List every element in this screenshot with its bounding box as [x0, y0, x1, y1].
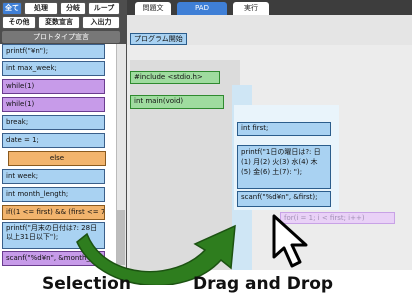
palette-block[interactable]: while(1)	[2, 97, 105, 112]
mouse-pointer-icon	[272, 214, 308, 268]
editor-tab-bar: 問題文 PAD 実行	[127, 0, 412, 15]
tab-all[interactable]: 全て	[2, 2, 22, 15]
program-start-block[interactable]: プログラム開始	[130, 33, 187, 45]
palette-block[interactable]: printf("¥n");	[2, 44, 105, 59]
caption-selection: Selection	[42, 274, 131, 294]
tab-problem-statement[interactable]: 問題文	[135, 2, 171, 15]
include-block[interactable]: #include <stdio.h>	[130, 71, 220, 84]
tab-io[interactable]: 入出力	[82, 16, 120, 29]
printf-prompt-block[interactable]: printf("1日の曜日は?: 日(1) 月(2) 火(3) 水(4) 木(5…	[237, 145, 331, 189]
tab-variable-decl[interactable]: 変数宣言	[38, 16, 80, 29]
caption-drag-and-drop: Drag and Drop	[193, 274, 334, 294]
tab-run[interactable]: 実行	[233, 2, 269, 15]
palette-block[interactable]: int week;	[2, 169, 105, 184]
main-block[interactable]: int main(void)	[130, 95, 224, 109]
palette-block[interactable]: break;	[2, 115, 105, 130]
palette-block[interactable]: while(1)	[2, 79, 105, 94]
palette-block-else[interactable]: else	[8, 151, 106, 166]
scanf-first-block[interactable]: scanf("%d¥n", &first);	[237, 191, 331, 207]
palette-block[interactable]: int max_week;	[2, 61, 105, 76]
curved-arrow-icon	[76, 224, 236, 285]
tab-loop[interactable]: ループ	[88, 2, 120, 15]
tab-process[interactable]: 処理	[24, 2, 58, 15]
palette-block[interactable]: date = 1;	[2, 133, 105, 148]
tab-pad[interactable]: PAD	[177, 2, 227, 15]
tab-other[interactable]: その他	[2, 16, 36, 29]
tab-branch[interactable]: 分岐	[60, 2, 86, 15]
decl-first-block[interactable]: int first;	[237, 122, 331, 136]
tab-prototype[interactable]: プロトタイプ宣言	[2, 31, 120, 43]
